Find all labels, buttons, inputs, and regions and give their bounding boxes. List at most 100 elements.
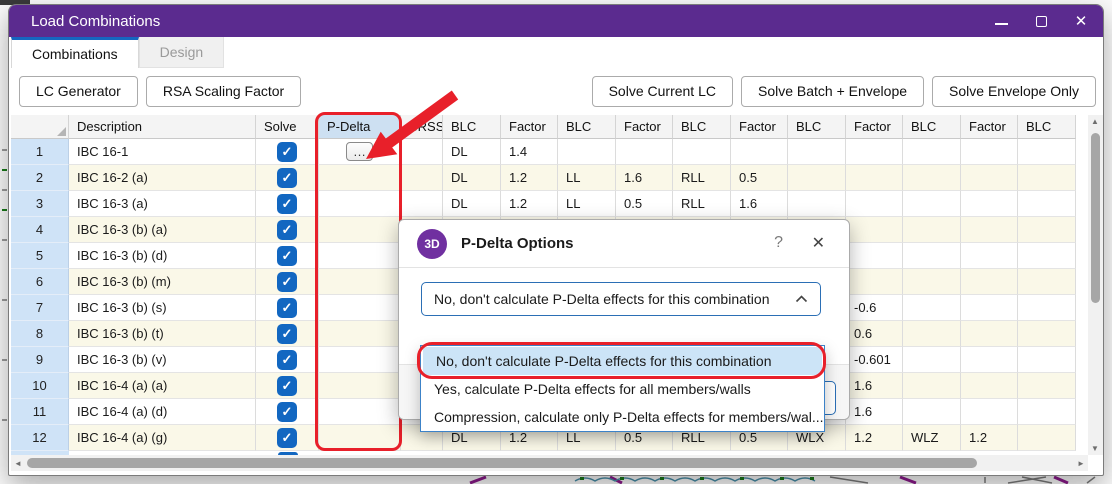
- solve-checkbox[interactable]: ✓: [277, 297, 297, 318]
- blc-cell[interactable]: [788, 165, 846, 191]
- rsa-scaling-factor-button[interactable]: RSA Scaling Factor: [145, 75, 302, 107]
- column-header-blc[interactable]: BLC: [443, 115, 501, 139]
- srss-cell[interactable]: [401, 139, 443, 165]
- factor-cell[interactable]: -0.601: [846, 347, 903, 373]
- factor-cell[interactable]: [961, 321, 1018, 347]
- row-number[interactable]: 8: [11, 321, 69, 347]
- blc-cell[interactable]: [673, 139, 731, 165]
- row-number[interactable]: 5: [11, 243, 69, 269]
- column-header-blc[interactable]: BLC: [788, 115, 846, 139]
- column-header-srss[interactable]: SRSS: [401, 115, 443, 139]
- dialog-close-icon[interactable]: ✕: [812, 233, 825, 253]
- solve-current-lc-button[interactable]: Solve Current LC: [591, 75, 733, 107]
- blc-cell[interactable]: [1018, 217, 1076, 243]
- factor-cell[interactable]: [961, 373, 1018, 399]
- blc-cell[interactable]: [1018, 139, 1076, 165]
- blc-cell[interactable]: [903, 165, 961, 191]
- maximize-button[interactable]: [1033, 13, 1049, 29]
- blc-cell[interactable]: [1018, 295, 1076, 321]
- column-header-factor[interactable]: Factor: [501, 115, 558, 139]
- solve-checkbox[interactable]: ✓: [277, 349, 297, 370]
- blc-cell[interactable]: DL: [443, 139, 501, 165]
- description-cell[interactable]: IBC 16-3 (b) (a): [69, 217, 256, 243]
- row-number[interactable]: 7: [11, 295, 69, 321]
- pdelta-cell[interactable]: [319, 191, 401, 217]
- column-header-solve[interactable]: Solve: [256, 115, 319, 139]
- pdelta-cell[interactable]: [319, 217, 401, 243]
- row-number[interactable]: 11: [11, 399, 69, 425]
- pdelta-ellipsis-button[interactable]: …: [346, 142, 373, 161]
- blc-cell[interactable]: [903, 191, 961, 217]
- factor-cell[interactable]: [961, 191, 1018, 217]
- corner-select-all-cell[interactable]: [11, 115, 69, 139]
- factor-cell[interactable]: -0.6: [846, 295, 903, 321]
- blc-cell[interactable]: [1018, 425, 1076, 451]
- blc-cell[interactable]: [903, 269, 961, 295]
- minimize-button[interactable]: [993, 13, 1009, 29]
- factor-cell[interactable]: [961, 217, 1018, 243]
- blc-cell[interactable]: RLL: [673, 191, 731, 217]
- row-number[interactable]: 1: [11, 139, 69, 165]
- row-number[interactable]: 6: [11, 269, 69, 295]
- factor-cell[interactable]: 1.6: [846, 399, 903, 425]
- solve-batch-envelope-button[interactable]: Solve Batch + Envelope: [740, 75, 925, 107]
- factor-cell[interactable]: [961, 269, 1018, 295]
- blc-cell[interactable]: LL: [558, 165, 616, 191]
- horizontal-scrollbar[interactable]: ◄ ►: [11, 455, 1088, 471]
- blc-cell[interactable]: [1018, 321, 1076, 347]
- pdelta-cell[interactable]: [319, 347, 401, 373]
- factor-cell[interactable]: 1.6: [731, 191, 788, 217]
- tab-combinations[interactable]: Combinations: [11, 37, 139, 68]
- srss-cell[interactable]: [401, 191, 443, 217]
- tab-design[interactable]: Design: [138, 37, 225, 68]
- column-header-blc[interactable]: BLC: [558, 115, 616, 139]
- pdelta-cell[interactable]: [319, 295, 401, 321]
- factor-cell[interactable]: 1.2: [501, 165, 558, 191]
- factor-cell[interactable]: 0.5: [731, 165, 788, 191]
- blc-cell[interactable]: [1018, 191, 1076, 217]
- blc-cell[interactable]: [1018, 373, 1076, 399]
- window-titlebar[interactable]: Load Combinations ✕: [9, 5, 1103, 37]
- blc-cell[interactable]: [788, 139, 846, 165]
- row-number[interactable]: 4: [11, 217, 69, 243]
- description-cell[interactable]: IBC 16-4 (a) (g): [69, 425, 256, 451]
- solve-checkbox[interactable]: ✓: [277, 401, 297, 422]
- column-header-factor[interactable]: Factor: [616, 115, 673, 139]
- vertical-scrollbar[interactable]: ▲ ▼: [1088, 115, 1103, 455]
- description-cell[interactable]: IBC 16-2 (a): [69, 165, 256, 191]
- pdelta-cell[interactable]: …: [319, 139, 401, 165]
- factor-cell[interactable]: 0.5: [616, 191, 673, 217]
- lc-generator-button[interactable]: LC Generator: [19, 75, 138, 107]
- column-header-factor[interactable]: Factor: [961, 115, 1018, 139]
- scroll-up-icon[interactable]: ▲: [1088, 117, 1102, 126]
- blc-cell[interactable]: [903, 321, 961, 347]
- solve-checkbox[interactable]: ✓: [277, 323, 297, 344]
- solve-checkbox[interactable]: ✓: [277, 141, 297, 162]
- solve-checkbox[interactable]: ✓: [277, 375, 297, 396]
- pdelta-cell[interactable]: [319, 373, 401, 399]
- solve-checkbox[interactable]: ✓: [277, 167, 297, 188]
- row-number[interactable]: 12: [11, 425, 69, 451]
- scroll-down-icon[interactable]: ▼: [1088, 444, 1102, 453]
- row-number[interactable]: 10: [11, 373, 69, 399]
- blc-cell[interactable]: [903, 373, 961, 399]
- description-cell[interactable]: IBC 16-4 (a) (a): [69, 373, 256, 399]
- blc-cell[interactable]: [788, 191, 846, 217]
- factor-cell[interactable]: [846, 269, 903, 295]
- horizontal-scrollbar-thumb[interactable]: [27, 458, 977, 468]
- pdelta-cell[interactable]: [319, 165, 401, 191]
- factor-cell[interactable]: 1.4: [501, 139, 558, 165]
- column-header-blc[interactable]: BLC: [673, 115, 731, 139]
- description-cell[interactable]: IBC 16-4 (a) (d): [69, 399, 256, 425]
- blc-cell[interactable]: LL: [558, 191, 616, 217]
- solve-checkbox[interactable]: ✓: [277, 271, 297, 292]
- factor-cell[interactable]: 1.2: [961, 425, 1018, 451]
- srss-cell[interactable]: [401, 165, 443, 191]
- solve-envelope-only-button[interactable]: Solve Envelope Only: [932, 75, 1096, 107]
- scroll-right-icon[interactable]: ►: [1074, 459, 1088, 468]
- factor-cell[interactable]: [846, 243, 903, 269]
- pdelta-cell[interactable]: [319, 399, 401, 425]
- column-header-p-delta[interactable]: P-Delta: [319, 115, 401, 139]
- solve-checkbox[interactable]: ✓: [277, 245, 297, 266]
- dropdown-option-compression[interactable]: Compression, calculate only P-Delta effe…: [421, 403, 824, 431]
